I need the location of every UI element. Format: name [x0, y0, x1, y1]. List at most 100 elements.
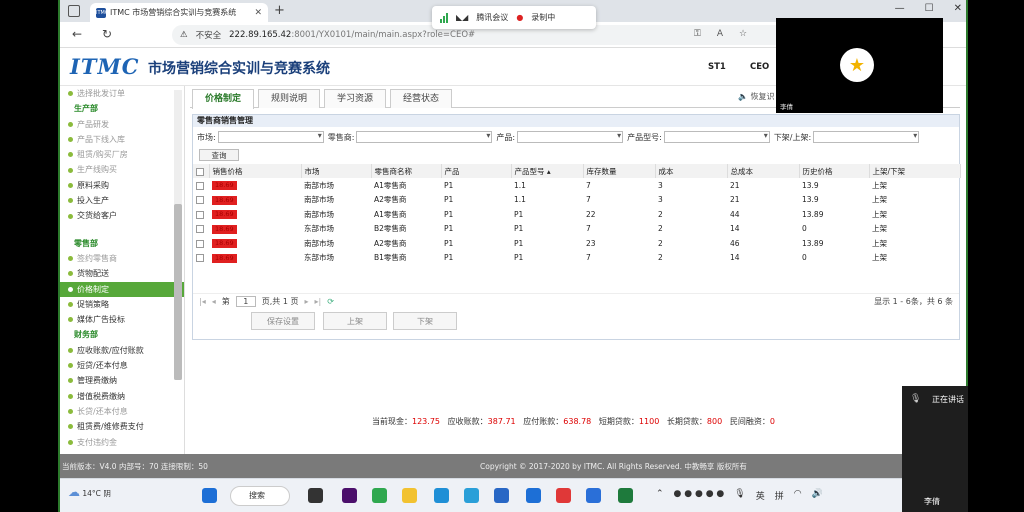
- sidebar-scrollbar[interactable]: [174, 90, 182, 380]
- row-select-cell[interactable]: [193, 178, 209, 193]
- sidebar-item[interactable]: 交货给客户: [60, 208, 184, 223]
- col-price[interactable]: 销售价格: [209, 164, 302, 178]
- task-view-icon[interactable]: [308, 488, 323, 503]
- product-select[interactable]: [517, 131, 624, 143]
- col-retailer[interactable]: 零售商名称: [371, 164, 442, 178]
- microphone-icon[interactable]: 🎙: [734, 489, 745, 502]
- new-tab-icon[interactable]: +: [274, 3, 285, 18]
- sidebar-item[interactable]: 促销策略: [60, 297, 184, 312]
- maximize-icon[interactable]: ☐: [925, 3, 934, 14]
- sidebar-item[interactable]: 管理费缴纳: [60, 373, 184, 388]
- select-all-cell[interactable]: [193, 164, 210, 178]
- table-row[interactable]: 18.69 东部市场 B1零售商 P1 P1 7 2 14 0 上架: [193, 251, 961, 266]
- col-market[interactable]: 市场: [301, 164, 372, 178]
- kugou-icon[interactable]: [586, 488, 601, 503]
- meeting-app-label[interactable]: 腾讯会议: [476, 12, 508, 23]
- participant-video[interactable]: ★ 李倩: [776, 18, 943, 113]
- tray-expand-icon[interactable]: ⌃: [656, 489, 664, 502]
- volume-icon[interactable]: 🔊: [812, 489, 823, 502]
- price-input[interactable]: 18.69: [212, 210, 237, 220]
- scrollbar-thumb[interactable]: [174, 204, 182, 380]
- page-input[interactable]: 1: [235, 296, 256, 307]
- back-icon[interactable]: ←: [72, 27, 82, 41]
- wifi-icon[interactable]: ◠: [794, 489, 802, 502]
- table-cell[interactable]: 18.69: [209, 222, 301, 237]
- sidebar-item[interactable]: 短贷/还本付息: [60, 358, 184, 373]
- col-product[interactable]: 产品: [441, 164, 512, 178]
- lark-icon[interactable]: [526, 488, 541, 503]
- sidebar-item[interactable]: 生产线购买: [60, 162, 184, 177]
- row-checkbox[interactable]: [196, 210, 204, 219]
- save-settings-button[interactable]: 保存设置: [251, 312, 315, 330]
- table-cell[interactable]: 18.69: [209, 251, 301, 266]
- row-select-cell[interactable]: [193, 193, 209, 208]
- row-checkbox[interactable]: [196, 181, 204, 190]
- row-select-cell[interactable]: [193, 207, 209, 222]
- sidebar-item[interactable]: 价格制定: [60, 281, 184, 297]
- col-status[interactable]: 上架/下架: [869, 164, 961, 178]
- edge-alt-icon[interactable]: [464, 488, 479, 503]
- refresh-icon[interactable]: ↻: [102, 27, 112, 41]
- table-row[interactable]: 18.69 南部市场 A2零售商 P1 1.1 7 3 21 13.9 上架: [193, 193, 961, 208]
- close-tab-icon[interactable]: ✕: [254, 8, 262, 18]
- col-history-price[interactable]: 历史价格: [799, 164, 870, 178]
- table-row[interactable]: 18.69 东部市场 B2零售商 P1 P1 7 2 14 0 上架: [193, 222, 961, 237]
- media-icon[interactable]: [556, 488, 571, 503]
- sidebar-item[interactable]: 长贷/还本付息: [60, 404, 184, 419]
- sidebar-item[interactable]: 签约零售商: [60, 251, 184, 266]
- sidebar-item[interactable]: 应收账款/应付账款: [60, 343, 184, 358]
- last-page-icon[interactable]: ▸|: [314, 297, 321, 306]
- price-input[interactable]: 18.69: [212, 239, 237, 249]
- taskbar-search[interactable]: 搜索: [230, 486, 290, 506]
- header-nav-st1[interactable]: ST1: [708, 62, 726, 72]
- excel-icon[interactable]: [618, 488, 633, 503]
- row-select-cell[interactable]: [193, 236, 209, 251]
- tab-pricing[interactable]: 价格制定: [192, 89, 255, 109]
- sidebar-item[interactable]: 货物配送: [60, 266, 184, 281]
- table-cell[interactable]: 18.69: [209, 178, 301, 193]
- first-page-icon[interactable]: |◂: [199, 297, 206, 306]
- browser-tab[interactable]: ITMC ITMC 市场营销综合实训与竞赛系统 ✕: [90, 3, 268, 22]
- row-checkbox[interactable]: [196, 239, 204, 248]
- recognize-label[interactable]: 🔈 恢复识: [738, 91, 775, 102]
- start-icon[interactable]: [202, 488, 217, 503]
- delist-button[interactable]: 下架: [393, 312, 457, 330]
- row-checkbox[interactable]: [196, 225, 204, 234]
- tab-resources[interactable]: 学习资源: [324, 89, 387, 108]
- row-checkbox[interactable]: [196, 196, 204, 205]
- header-nav-ceo[interactable]: CEO: [750, 62, 769, 72]
- tray-app-icons[interactable]: ● ● ● ● ●: [674, 489, 725, 502]
- weather-widget[interactable]: ☁ 14°C 阴: [68, 485, 111, 499]
- row-select-cell[interactable]: [193, 222, 209, 237]
- ime-language[interactable]: 英: [756, 489, 765, 502]
- refresh-page-icon[interactable]: ⟳: [327, 297, 334, 306]
- col-total-cost[interactable]: 总成本: [727, 164, 800, 178]
- tab-actions-icon[interactable]: [68, 5, 80, 17]
- prev-page-icon[interactable]: ◂: [212, 297, 216, 306]
- sidebar-item[interactable]: 租赁/购买厂房: [60, 147, 184, 162]
- price-input[interactable]: 18.69: [212, 224, 237, 234]
- retailer-select[interactable]: [356, 131, 493, 143]
- ime-mode[interactable]: 拼: [775, 489, 784, 502]
- table-cell[interactable]: 18.69: [209, 236, 301, 251]
- sidebar-item[interactable]: 增值税费缴纳: [60, 389, 184, 404]
- read-aloud-icon[interactable]: A: [717, 29, 723, 39]
- col-cost[interactable]: 成本: [655, 164, 728, 178]
- tab-status[interactable]: 经营状态: [390, 89, 453, 108]
- sidebar-item[interactable]: 产品研发: [60, 117, 184, 132]
- sidebar-item[interactable]: 支付违约金: [60, 435, 184, 450]
- row-checkbox[interactable]: [196, 254, 204, 263]
- next-page-icon[interactable]: ▸: [304, 297, 308, 306]
- select-all-checkbox[interactable]: [196, 167, 204, 176]
- col-stock[interactable]: 库存数量: [583, 164, 656, 178]
- key-icon[interactable]: ⚿: [694, 29, 701, 39]
- file-explorer-icon[interactable]: [402, 488, 417, 503]
- table-row[interactable]: 18.69 南部市场 A2零售商 P1 P1 23 2 46 13.89 上架: [193, 236, 961, 251]
- table-cell[interactable]: 18.69: [209, 207, 301, 222]
- premiere-icon[interactable]: [342, 488, 357, 503]
- sidebar-item[interactable]: 媒体广告投标: [60, 312, 184, 327]
- model-select[interactable]: [663, 131, 770, 143]
- app-icon[interactable]: [494, 488, 509, 503]
- price-input[interactable]: 18.69: [212, 195, 237, 205]
- row-select-cell[interactable]: [193, 251, 209, 266]
